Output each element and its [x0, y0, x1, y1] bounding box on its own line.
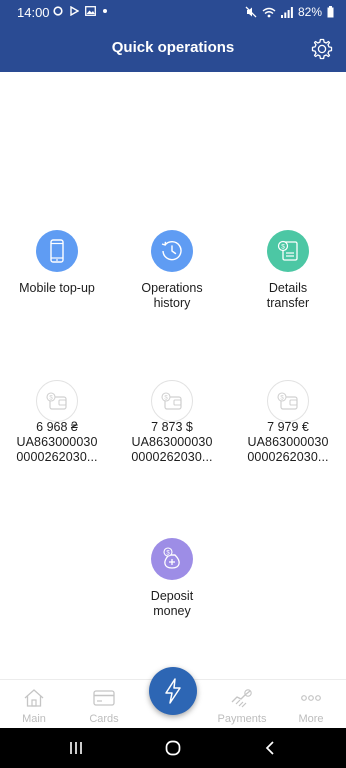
home-system-button[interactable] [163, 739, 183, 757]
home-circle-icon [165, 740, 181, 756]
account-amount: 7 979 € [267, 420, 309, 434]
card-icon [93, 690, 115, 706]
wallet-icon: $ [161, 392, 182, 410]
back-icon [265, 741, 274, 755]
document-icon: $ [277, 240, 298, 261]
system-nav-bar [0, 728, 346, 768]
account-tile-usd[interactable]: $ 7 873 $ UA863000030 0000262030... [117, 380, 227, 465]
battery-level: 82% [297, 5, 322, 19]
status-time: 14:00 [17, 5, 50, 20]
status-left-icons [53, 6, 108, 16]
play-icon [70, 6, 79, 16]
operations-history-label-line2: history [153, 296, 191, 310]
money-bag-icon: $ [163, 547, 180, 569]
deposit-money-label-line1: Deposit [150, 589, 194, 603]
account-icon-circle: $ [36, 380, 78, 422]
home-icon [24, 689, 44, 707]
image-icon [85, 6, 96, 16]
account-iban-line1: UA863000030 [131, 435, 213, 449]
nav-item-payments[interactable]: Payments [212, 688, 272, 725]
page-title: Quick operations [111, 39, 235, 56]
account-iban-line2: 0000262030... [131, 450, 213, 464]
operations-history-label: Operations history [117, 281, 227, 311]
lightning-icon [165, 678, 181, 704]
svg-text:$: $ [281, 244, 285, 251]
nav-item-main[interactable]: Main [4, 688, 64, 725]
status-right: 82% [245, 5, 334, 19]
account-icon-circle: $ [267, 380, 309, 422]
recents-button[interactable] [66, 739, 86, 757]
dot-icon [103, 9, 107, 13]
mobile-topup-label: Mobile top-up [2, 281, 112, 296]
account-iban-line1: UA863000030 [247, 435, 329, 449]
deposit-money-icon-circle: $ [151, 538, 193, 580]
app-screen: 14:00 82% Quick operations Mobile top-up… [0, 0, 346, 768]
details-transfer-label-line2: transfer [266, 296, 310, 310]
wallet-icon: $ [46, 392, 67, 410]
mute-icon [245, 6, 257, 18]
mobile-topup-icon-circle [36, 230, 78, 272]
battery-icon [327, 6, 334, 18]
mobile-topup-tile[interactable]: Mobile top-up [2, 230, 112, 296]
more-icon [301, 695, 321, 701]
header: Quick operations [0, 26, 346, 72]
deposit-money-label-line2: money [153, 604, 191, 618]
account-iban-line2: 0000262030... [247, 450, 329, 464]
account-tile-uah[interactable]: $ 6 968 ₴ UA863000030 0000262030... [2, 380, 112, 465]
signal-icon [280, 6, 293, 18]
account-amount: 6 968 ₴ [36, 420, 78, 434]
account-iban-line2: 0000262030... [16, 450, 98, 464]
account-tile-eur[interactable]: $ 7 979 € UA863000030 0000262030... [233, 380, 343, 465]
phone-icon [50, 239, 64, 263]
details-transfer-tile[interactable]: $ Details transfer [233, 230, 343, 311]
account-icon-circle: $ [151, 380, 193, 422]
recents-icon [70, 742, 82, 754]
deposit-money-label: Deposit money [117, 589, 227, 619]
history-icon [161, 241, 182, 261]
handshake-icon [231, 689, 252, 708]
details-transfer-icon-circle: $ [267, 230, 309, 272]
details-transfer-label-line1: Details [268, 281, 308, 295]
account-amount: 7 873 $ [151, 420, 193, 434]
nav-item-more[interactable]: More [281, 688, 341, 725]
nav-label-main: Main [22, 713, 46, 725]
nav-label-payments: Payments [217, 713, 267, 725]
nav-label-more: More [298, 713, 324, 725]
deposit-money-tile[interactable]: $ Deposit money [117, 538, 227, 619]
mobile-topup-label-line1: Mobile top-up [19, 281, 95, 295]
nav-label-cards: Cards [89, 713, 119, 725]
operations-history-label-line1: Operations [141, 281, 203, 295]
operations-history-icon-circle [151, 230, 193, 272]
nav-item-cards[interactable]: Cards [74, 688, 134, 725]
details-transfer-label: Details transfer [233, 281, 343, 311]
settings-button[interactable] [310, 37, 334, 61]
quick-operations-fab[interactable] [149, 667, 197, 715]
back-button[interactable] [260, 739, 280, 757]
wifi-icon [262, 7, 276, 17]
account-iban-line1: UA863000030 [16, 435, 98, 449]
gear-icon [311, 38, 333, 60]
circle-icon [53, 6, 63, 16]
operations-history-tile[interactable]: Operations history [117, 230, 227, 311]
wallet-icon: $ [277, 392, 298, 410]
status-bar: 14:00 82% [0, 0, 346, 26]
